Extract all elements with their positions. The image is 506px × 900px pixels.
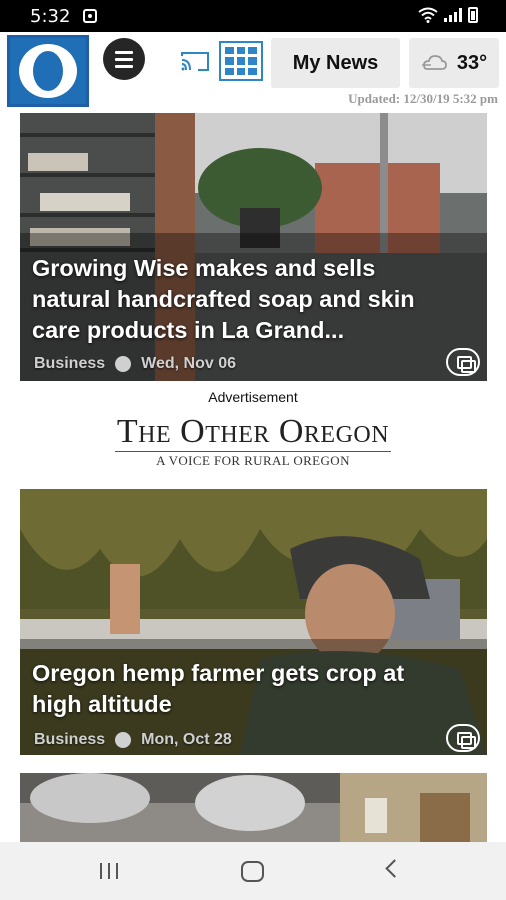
logo-o-mark: [19, 44, 77, 98]
battery-icon: [468, 7, 478, 23]
signal-icon: [444, 8, 462, 22]
gallery-icon[interactable]: [446, 348, 480, 376]
separator-dot-icon: [115, 732, 132, 748]
system-nav-bar: [0, 842, 506, 900]
article-date: Mon, Oct 28: [141, 731, 232, 748]
advertisement-banner[interactable]: The Other Oregon A VOICE FOR RURAL OREGO…: [107, 414, 399, 472]
article-category: Business: [34, 731, 106, 748]
article-card[interactable]: [20, 773, 487, 842]
cloudy-icon: [421, 55, 447, 70]
article-date: Wed, Nov 06: [141, 355, 236, 372]
app-header: My News 33° Updated: 12/30/19 5:32 pm: [0, 32, 506, 112]
status-bar: 5:32: [0, 0, 506, 32]
article-photo: [20, 773, 487, 842]
article-category: Business: [34, 355, 106, 372]
article-meta: Business Wed, Nov 06: [34, 355, 236, 373]
article-meta: Business Mon, Oct 28: [34, 731, 232, 749]
notification-icon: [83, 9, 97, 23]
article-headline[interactable]: Oregon hemp farmer gets crop at high alt…: [32, 658, 441, 720]
status-icons: [418, 7, 478, 23]
my-news-button[interactable]: My News: [271, 38, 400, 88]
updated-timestamp: Updated: 12/30/19 5:32 pm: [348, 91, 498, 106]
weather-temperature: 33°: [456, 51, 488, 74]
article-card[interactable]: Oregon hemp farmer gets crop at high alt…: [20, 489, 487, 755]
advertisement-label: Advertisement: [208, 389, 298, 405]
ad-divider: [115, 451, 391, 452]
menu-button[interactable]: [103, 38, 145, 80]
article-card[interactable]: Growing Wise makes and sells natural han…: [20, 113, 487, 381]
article-headline[interactable]: Growing Wise makes and sells natural han…: [32, 253, 441, 346]
back-icon[interactable]: [385, 859, 404, 878]
cast-icon[interactable]: [180, 50, 210, 72]
ad-title: The Other Oregon: [116, 413, 390, 450]
weather-button[interactable]: 33°: [409, 38, 499, 88]
gallery-icon[interactable]: [446, 724, 480, 752]
separator-dot-icon: [115, 356, 132, 372]
wifi-icon: [418, 7, 438, 23]
newspaper-o-logo[interactable]: [7, 35, 89, 107]
ad-subtitle: A VOICE FOR RURAL OREGON: [156, 453, 350, 468]
grid-view-button[interactable]: [219, 41, 263, 81]
recent-apps-icon[interactable]: [100, 863, 118, 879]
home-icon[interactable]: [241, 861, 264, 882]
status-time: 5:32: [30, 6, 71, 27]
